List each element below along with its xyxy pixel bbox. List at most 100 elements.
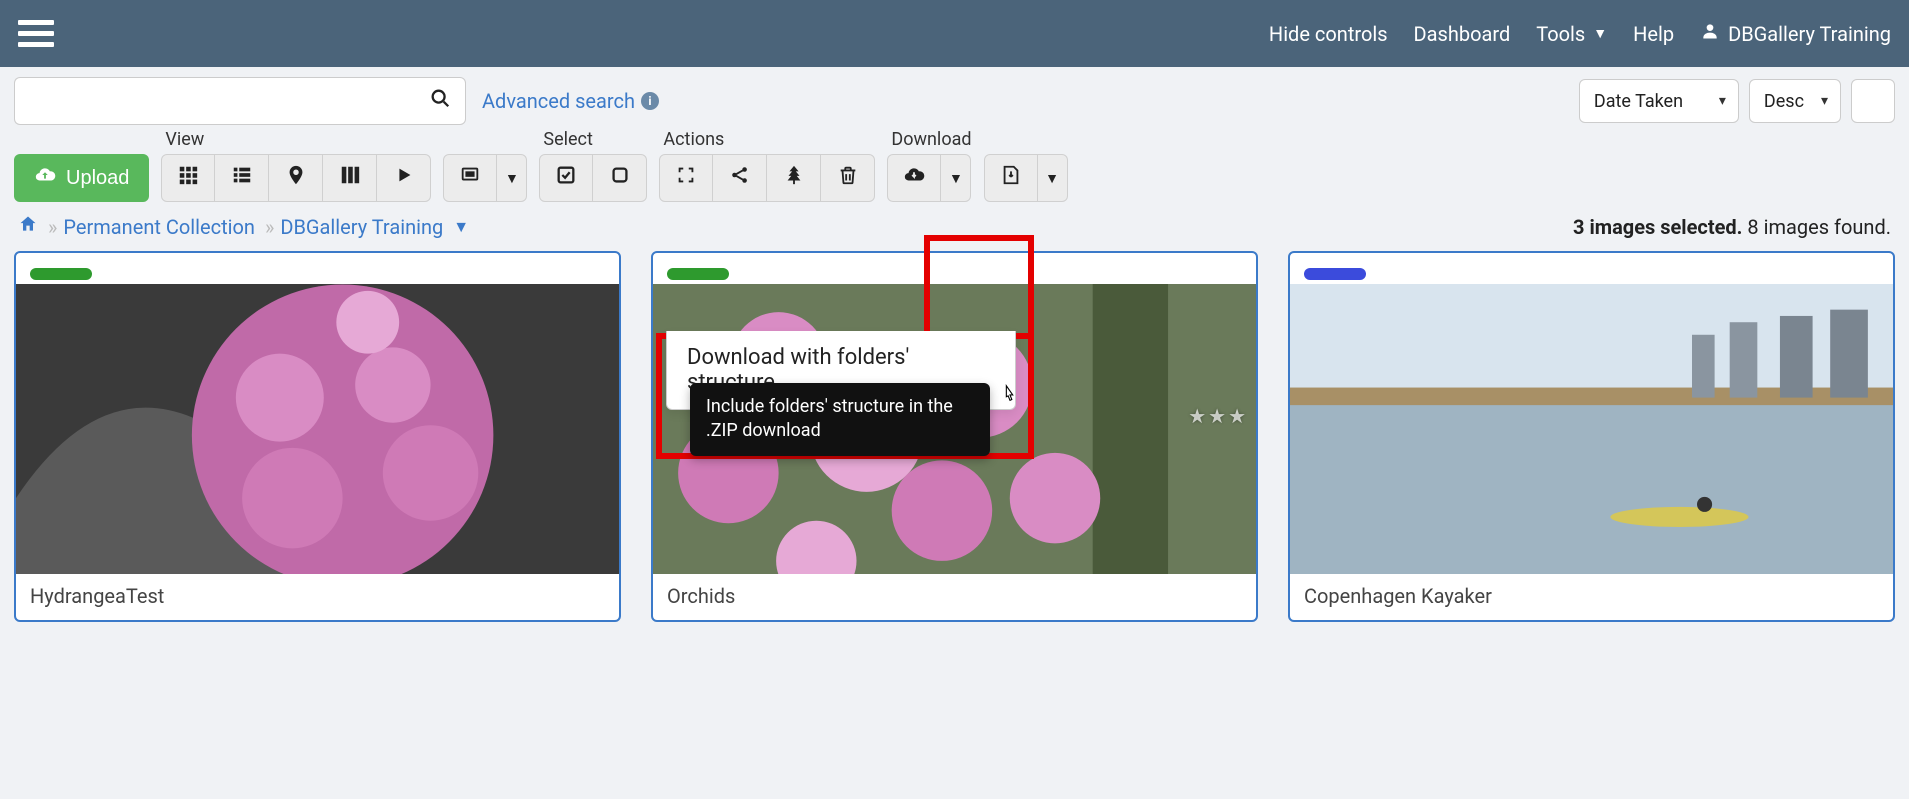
advanced-search-label: Advanced search [482, 89, 635, 113]
user-icon [1700, 21, 1720, 46]
cloud-upload-icon [34, 164, 56, 192]
actions-group-label: Actions [659, 129, 875, 150]
toolbar-row: Upload View ▼ Select Actions [0, 125, 1909, 212]
selection-status: 3 images selected. 8 images found. [1573, 215, 1891, 239]
columns-icon [339, 164, 361, 192]
view-slideshow-button[interactable] [377, 154, 431, 202]
sort-direction-select[interactable]: Desc [1749, 79, 1841, 123]
preview-group: ▼ [443, 129, 527, 202]
export-group: ▼ [984, 129, 1068, 202]
search-sort-row: Advanced search i Date Taken Desc [0, 67, 1909, 125]
download-group-label: Download [887, 129, 971, 150]
breadcrumb-link[interactable]: DBGallery Training [280, 215, 443, 239]
tree-icon [783, 164, 805, 192]
breadcrumb-dropdown-button[interactable]: ▼ [453, 217, 469, 237]
delete-button[interactable] [821, 154, 875, 202]
view-group: View [161, 129, 431, 202]
caret-down-icon: ▼ [1045, 170, 1059, 186]
share-icon [729, 164, 751, 192]
topbar: Hide controls Dashboard Tools ▼ Help DBG… [0, 0, 1909, 67]
tools-menu[interactable]: Tools ▼ [1536, 22, 1607, 46]
download-group: Download ▼ [887, 129, 971, 202]
top-nav: Hide controls Dashboard Tools ▼ Help DBG… [1269, 21, 1891, 46]
tooltip: Include folders' structure in the .ZIP d… [690, 383, 990, 456]
tree-button[interactable] [767, 154, 821, 202]
square-icon [609, 164, 631, 192]
trash-icon [837, 164, 859, 192]
dashboard-link[interactable]: Dashboard [1414, 22, 1511, 46]
select-all-button[interactable] [539, 154, 593, 202]
caret-down-icon: ▼ [505, 170, 519, 186]
grid-icon [177, 164, 199, 192]
expand-icon [675, 164, 697, 192]
star-icon: ★ [1188, 404, 1206, 428]
selected-count: 3 images selected. [1573, 215, 1742, 239]
search-button[interactable] [414, 77, 466, 125]
upload-button[interactable]: Upload [14, 154, 149, 202]
status-badge [1304, 268, 1366, 280]
list-detail-icon [231, 164, 253, 192]
tools-label: Tools [1536, 22, 1585, 46]
share-button[interactable] [713, 154, 767, 202]
view-group-label: View [161, 129, 431, 150]
star-icon: ★ [1228, 404, 1246, 428]
info-icon: i [641, 92, 659, 110]
preview-dropdown-button[interactable]: ▼ [497, 154, 527, 202]
breadcrumb-link[interactable]: Permanent Collection [63, 215, 255, 239]
star-icon: ★ [1208, 404, 1226, 428]
search-icon [429, 87, 451, 115]
rating-stars[interactable]: ★★★ [1188, 404, 1246, 428]
caret-down-icon: ▼ [949, 170, 963, 186]
download-dropdown-button[interactable]: ▼ [941, 154, 971, 202]
thumbnail-card[interactable]: HydrangeaTest [14, 251, 621, 622]
thumbnail-image[interactable] [16, 284, 619, 574]
select-none-button[interactable] [593, 154, 647, 202]
preview-button[interactable] [443, 154, 497, 202]
cloud-download-icon [903, 164, 925, 192]
user-menu[interactable]: DBGallery Training [1700, 21, 1891, 46]
thumbnail-image[interactable] [1290, 284, 1893, 574]
sort-controls: Date Taken Desc [1579, 79, 1895, 123]
breadcrumb-row: » Permanent Collection » DBGallery Train… [0, 212, 1909, 251]
check-square-icon [555, 164, 577, 192]
breadcrumb-separator-icon: » [48, 215, 53, 239]
download-button[interactable] [887, 154, 941, 202]
home-icon[interactable] [18, 214, 38, 239]
thumbnail-card[interactable]: Copenhagen Kayaker [1288, 251, 1895, 622]
preview-icon [459, 164, 481, 192]
actions-group: Actions [659, 129, 875, 202]
fullscreen-button[interactable] [659, 154, 713, 202]
play-icon [393, 164, 415, 192]
advanced-search-link[interactable]: Advanced search i [482, 89, 659, 113]
view-columns-button[interactable] [323, 154, 377, 202]
view-map-button[interactable] [269, 154, 323, 202]
hamburger-menu-button[interactable] [18, 16, 54, 52]
view-list-button[interactable] [1851, 79, 1895, 123]
view-grid-button[interactable] [161, 154, 215, 202]
select-group: Select [539, 129, 647, 202]
hide-controls-link[interactable]: Hide controls [1269, 22, 1388, 46]
status-badge [30, 268, 92, 280]
view-detail-button[interactable] [215, 154, 269, 202]
export-dropdown-button[interactable]: ▼ [1038, 154, 1068, 202]
map-pin-icon [285, 164, 307, 192]
search-wrap [14, 77, 466, 125]
export-icon [1000, 164, 1022, 192]
thumbnail-title: Copenhagen Kayaker [1290, 574, 1893, 620]
export-button[interactable] [984, 154, 1038, 202]
thumbnail-title: Orchids [653, 574, 1256, 620]
select-group-label: Select [539, 129, 647, 150]
search-input[interactable] [14, 77, 414, 125]
sort-direction-value: Desc [1764, 91, 1804, 112]
breadcrumb-separator-icon: » [265, 215, 270, 239]
user-name: DBGallery Training [1728, 22, 1891, 46]
help-link[interactable]: Help [1633, 22, 1674, 46]
found-count: 8 images found. [1742, 215, 1891, 239]
sort-field-select[interactable]: Date Taken [1579, 79, 1739, 123]
sort-field-value: Date Taken [1594, 91, 1683, 112]
upload-label: Upload [66, 167, 129, 190]
breadcrumbs: » Permanent Collection » DBGallery Train… [18, 214, 469, 239]
caret-down-icon: ▼ [1593, 25, 1607, 42]
status-badge [667, 268, 729, 280]
thumbnail-title: HydrangeaTest [16, 574, 619, 620]
